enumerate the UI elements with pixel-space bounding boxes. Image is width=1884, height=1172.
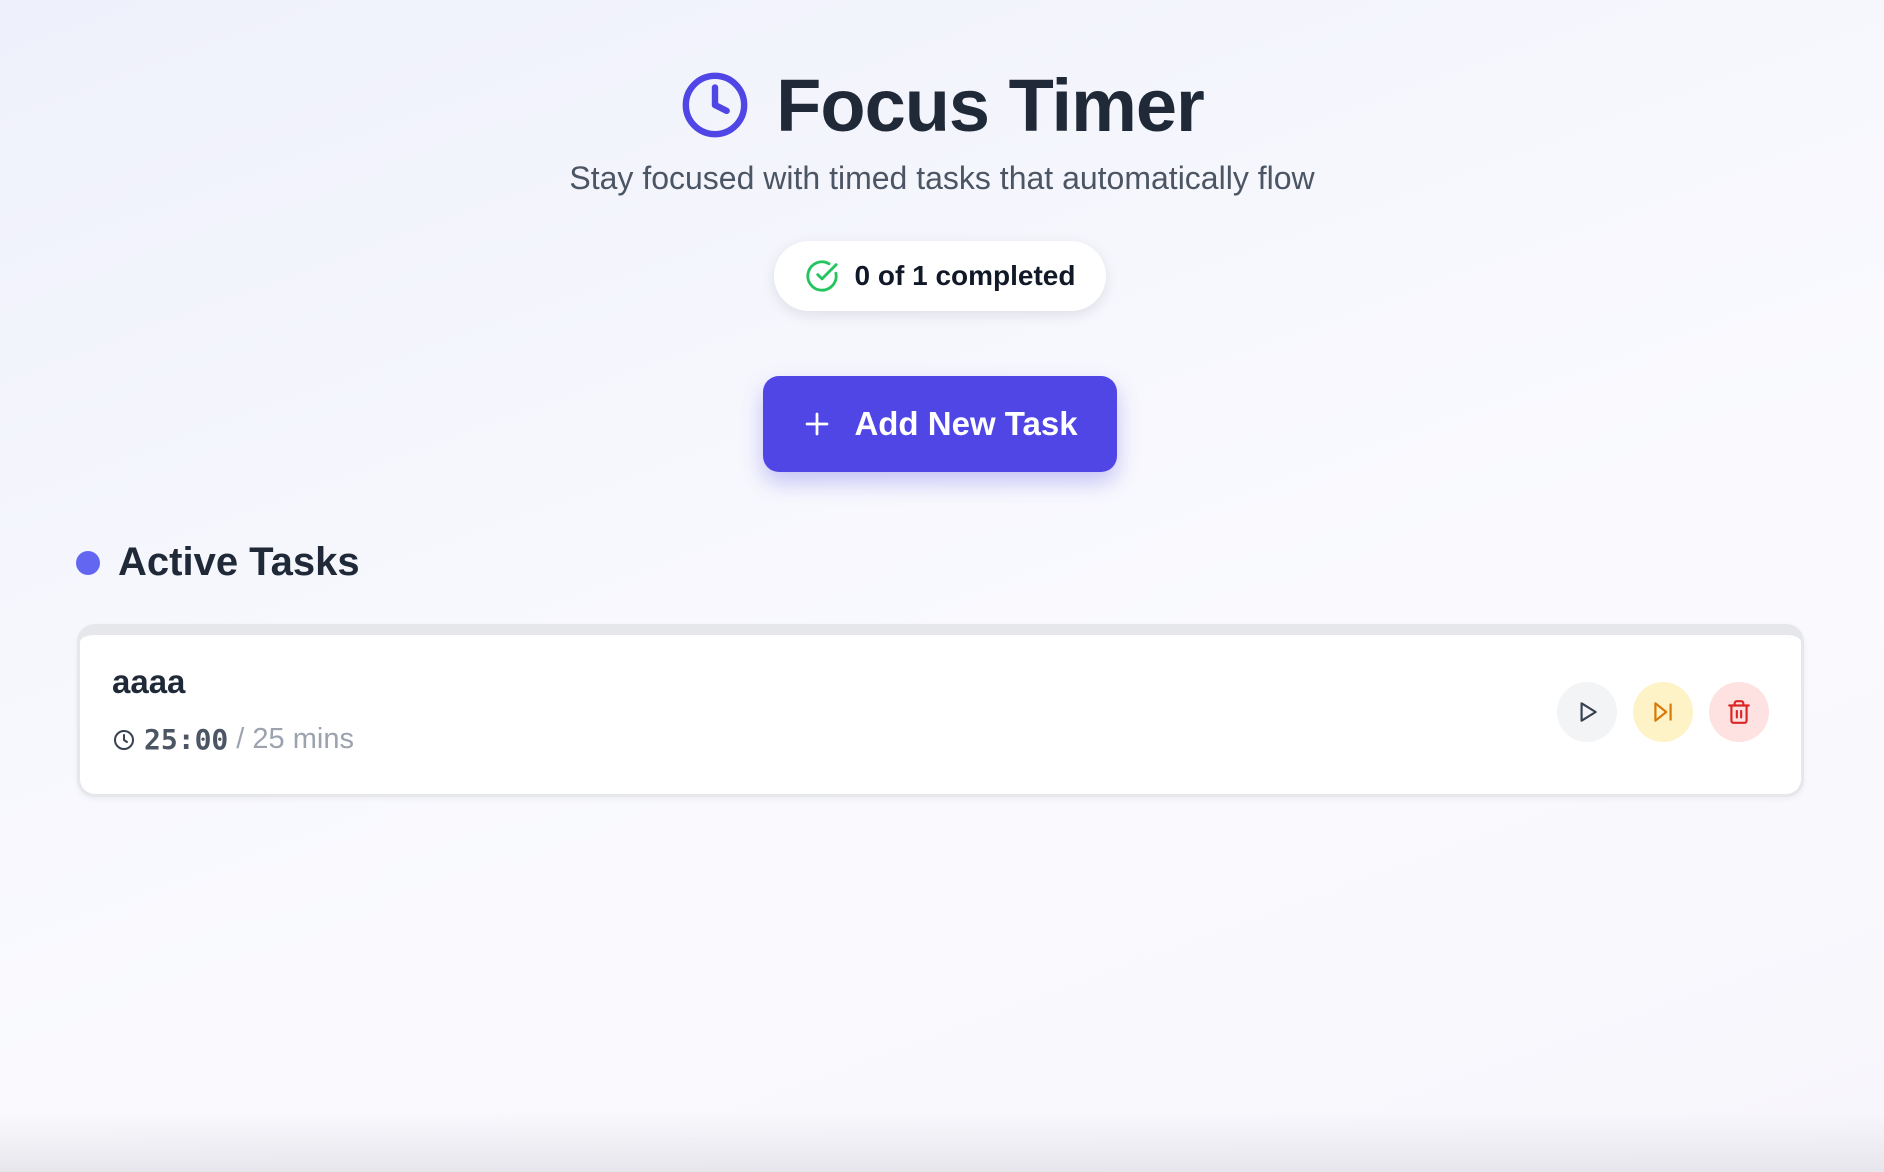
- check-circle-icon: [805, 259, 839, 293]
- active-tasks-title: Active Tasks: [118, 540, 360, 584]
- delete-task-button[interactable]: [1709, 682, 1769, 742]
- completion-status-text: 0 of 1 completed: [854, 260, 1076, 291]
- start-task-button[interactable]: [1557, 682, 1617, 742]
- skip-task-button[interactable]: [1633, 682, 1693, 742]
- trash-icon: [1726, 699, 1752, 725]
- section-indicator-dot: [76, 550, 100, 575]
- play-icon: [1574, 699, 1600, 725]
- active-tasks-heading: Active Tasks: [76, 540, 360, 585]
- task-time-row: 25:00 / 25 mins: [112, 723, 354, 756]
- clock-icon: [680, 70, 750, 140]
- task-actions: [1557, 682, 1769, 742]
- page-title: Focus Timer: [776, 63, 1205, 147]
- bottom-fade: [0, 1112, 1884, 1172]
- task-time-remaining: 25:00: [144, 723, 229, 756]
- add-new-task-button[interactable]: Add New Task: [763, 376, 1117, 472]
- plus-icon: [802, 409, 832, 439]
- title-row: Focus Timer: [0, 62, 1884, 148]
- skip-forward-icon: [1650, 699, 1676, 725]
- small-clock-icon: [112, 728, 136, 752]
- add-new-task-label: Add New Task: [854, 405, 1078, 442]
- page-header: Focus Timer Stay focused with timed task…: [0, 62, 1884, 197]
- task-card: aaaa 25:00 / 25 mins: [77, 624, 1804, 797]
- task-duration: / 25 mins: [236, 723, 354, 755]
- page-subtitle: Stay focused with timed tasks that autom…: [569, 160, 1315, 196]
- task-name: aaaa: [112, 663, 186, 700]
- completion-status-badge: 0 of 1 completed: [774, 241, 1106, 311]
